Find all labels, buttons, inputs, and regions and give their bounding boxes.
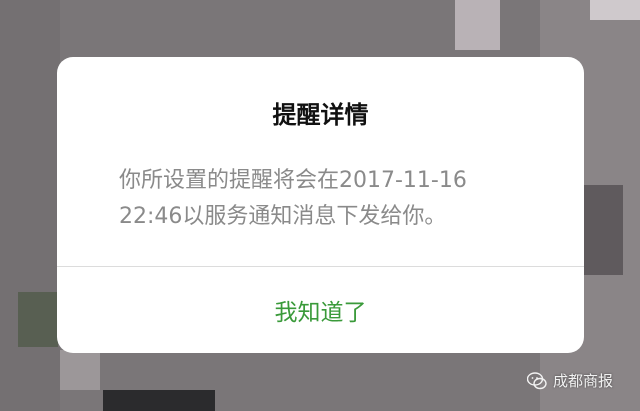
blurred-image [103,390,215,411]
blurred-avatar [583,185,623,275]
blurred-bubble [60,350,100,390]
dialog-title: 提醒详情 [272,101,369,129]
wechat-icon [527,371,547,389]
watermark-text: 成都商报 [553,372,614,390]
background-left [0,0,60,411]
reminder-dialog: 提醒详情 你所设置的提醒将会在2017-11-16 22:46以服务通知消息下发… [57,57,584,353]
blurred-avatar [18,292,58,347]
blurred-avatar [455,0,500,50]
dialog-message: 你所设置的提醒将会在2017-11-16 22:46以服务通知消息下发给你。 [119,168,467,229]
blurred-avatar [590,0,640,20]
got-it-button[interactable]: 我知道了 [57,267,584,353]
watermark: 成都商报 [527,370,613,391]
